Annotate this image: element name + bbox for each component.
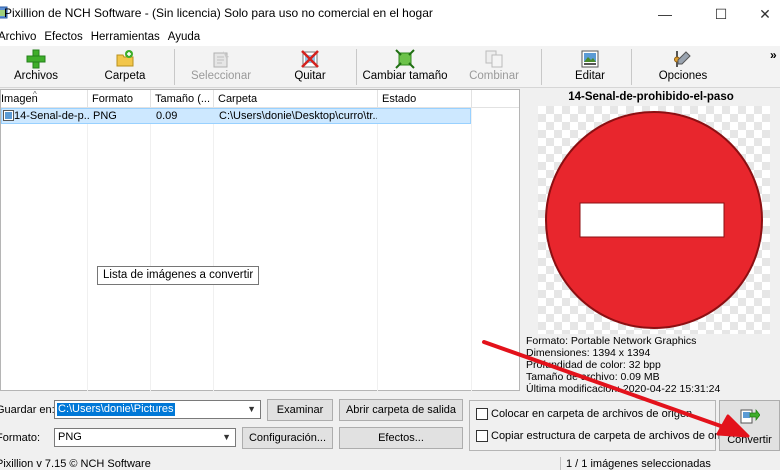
close-button[interactable]: ✕ (742, 0, 780, 28)
open-output-folder-button[interactable]: Abrir carpeta de salida (339, 399, 463, 421)
output-format-combo[interactable]: PNG ▼ (54, 428, 236, 447)
toolbar-separator (174, 49, 175, 85)
info-file-size: Tamaño de archivo: 0.09 MB (526, 371, 660, 383)
list-header: Imagen ^ Formato Tamaño (... Carpeta Est… (1, 90, 519, 108)
output-folder-combo[interactable]: C:\Users\donie\Pictures ▼ (54, 400, 261, 419)
output-folder-value: C:\Users\donie\Pictures (57, 403, 175, 416)
edit-icon (581, 50, 599, 68)
convert-label: Convertir (727, 434, 772, 446)
menu-efectos[interactable]: Efectos (40, 31, 86, 43)
remove-label: Quitar (294, 70, 326, 82)
add-files-button[interactable]: Archivos (14, 46, 58, 88)
column-divider (471, 108, 472, 392)
column-divider (213, 108, 214, 392)
chevron-down-icon: ▼ (222, 432, 231, 442)
combine-label: Combinar (469, 70, 519, 82)
minimize-button[interactable]: — (642, 0, 688, 28)
preview-info: Formato: Portable Network Graphics Dimen… (526, 335, 780, 395)
column-tamano[interactable]: Tamaño (... (151, 90, 214, 108)
select-icon (213, 51, 229, 68)
edit-label: Editar (574, 70, 606, 82)
configuration-button[interactable]: Configuración... (242, 427, 333, 449)
version-status: Pixillion v 7.15 © NCH Software (0, 458, 151, 470)
cell-carpeta: C:\Users\donie\Desktop\curro\tr... (219, 110, 377, 122)
cell-estado (379, 109, 469, 123)
table-row[interactable]: 14-Senal-de-p... PNG 0.09 C:\Users\donie… (1, 108, 471, 124)
no-entry-sign-image (545, 111, 763, 329)
status-separator (560, 457, 561, 470)
add-folder-button[interactable]: Carpeta (104, 46, 146, 88)
column-estado[interactable]: Estado (378, 90, 472, 108)
cell-formato: PNG (93, 110, 117, 122)
combine-button[interactable]: Combinar (468, 46, 520, 88)
toolbar-separator (541, 49, 542, 85)
column-divider (377, 108, 378, 392)
place-in-source-folder-checkbox[interactable] (476, 408, 488, 420)
select-label: Seleccionar (190, 70, 252, 82)
toolbar-separator (631, 49, 632, 85)
remove-button[interactable]: Quitar (293, 46, 327, 88)
preview-image (538, 106, 770, 334)
column-divider (150, 108, 151, 392)
remove-icon (301, 50, 319, 68)
format-label: Formato: (0, 432, 41, 444)
cell-tamano: 0.09 (156, 110, 178, 122)
add-files-icon (26, 49, 46, 69)
browse-button[interactable]: Examinar (267, 399, 333, 421)
info-format: Formato: Portable Network Graphics (526, 335, 697, 347)
resize-icon (395, 49, 415, 69)
preview-panel: 14-Senal-de-prohibido-el-paso Formato: P… (522, 89, 780, 395)
options-button[interactable]: Opciones (658, 46, 708, 88)
selection-status: 1 / 1 imágenes seleccionadas (566, 458, 711, 470)
column-divider (87, 108, 88, 392)
sort-ascending-icon: ^ (33, 90, 37, 99)
convert-button[interactable]: Convertir (719, 400, 780, 451)
preview-title: 14-Senal-de-prohibido-el-paso (568, 91, 734, 103)
column-carpeta[interactable]: Carpeta (214, 90, 378, 108)
convert-icon (740, 409, 760, 424)
menu-ayuda[interactable]: Ayuda (164, 31, 204, 43)
copy-folder-structure-checkbox[interactable] (476, 430, 488, 442)
combine-icon (485, 50, 503, 68)
image-list-tooltip: Lista de imágenes a convertir (97, 266, 260, 285)
info-modified: Última modificación: 2020-04-22 15:31:24 (526, 383, 721, 395)
column-imagen[interactable]: Imagen ^ (0, 90, 88, 108)
status-bar: Pixillion v 7.15 © NCH Software 1 / 1 im… (0, 455, 780, 470)
toolbar-overflow-icon[interactable]: » (770, 48, 777, 62)
menu-bar: Archivo Efectos Herramientas Ayuda (0, 28, 780, 46)
menu-herramientas[interactable]: Herramientas (87, 31, 164, 43)
title-bar: Pixillion de NCH Software - (Sin licenci… (0, 0, 780, 28)
options-label: Opciones (658, 70, 708, 82)
effects-button[interactable]: Efectos... (339, 427, 463, 449)
resize-label: Cambiar tamaño (362, 70, 448, 82)
image-list[interactable]: Imagen ^ Formato Tamaño (... Carpeta Est… (0, 89, 520, 392)
column-formato[interactable]: Formato (88, 90, 151, 108)
toolbar-separator (356, 49, 357, 85)
menu-archivo[interactable]: Archivo (0, 31, 40, 43)
maximize-button[interactable]: ☐ (698, 0, 744, 28)
cell-imagen: 14-Senal-de-p... (14, 110, 90, 122)
place-in-source-folder-label[interactable]: Colocar en carpeta de archivos de origen (491, 408, 692, 420)
toolbar: Archivos Carpeta Seleccionar Quitar Camb… (0, 46, 780, 88)
info-dimensions: Dimensiones: 1394 x 1394 (526, 347, 651, 359)
add-folder-label: Carpeta (104, 70, 146, 82)
folder-options-group: Colocar en carpeta de archivos de origen… (469, 400, 739, 451)
resize-button[interactable]: Cambiar tamaño (362, 46, 448, 88)
add-folder-icon (116, 50, 134, 67)
edit-button[interactable]: Editar (574, 46, 606, 88)
output-format-value: PNG (58, 431, 82, 443)
copy-folder-structure-label[interactable]: Copiar estructura de carpeta de archivos… (491, 430, 739, 442)
chevron-down-icon: ▼ (247, 404, 256, 414)
window-title: Pixillion de NCH Software - (Sin licenci… (4, 6, 433, 20)
info-color-depth: Profundidad de color: 32 bpp (526, 359, 661, 371)
select-button[interactable]: Seleccionar (190, 46, 252, 88)
add-files-label: Archivos (13, 70, 59, 82)
save-to-label: Guardar en: (0, 404, 55, 416)
options-icon (674, 51, 691, 67)
